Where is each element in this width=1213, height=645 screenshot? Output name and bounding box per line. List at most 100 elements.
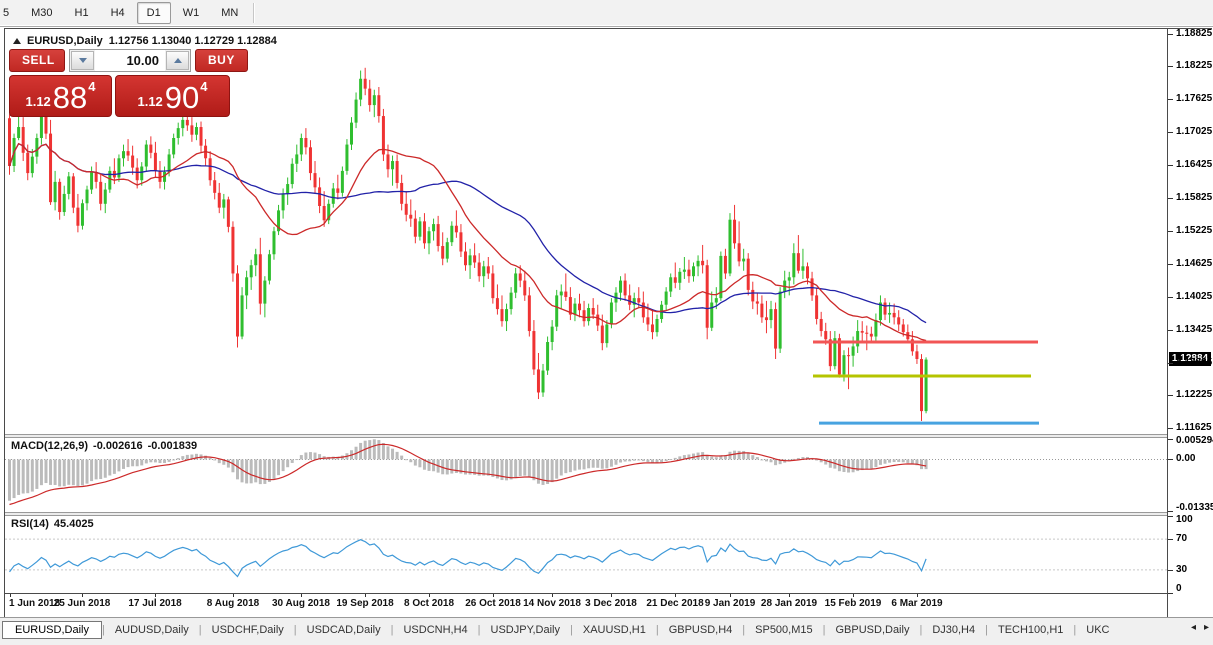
date-axis-label: 17 Jul 2018 (128, 598, 181, 609)
price-axis-label: 1.18825 (1176, 28, 1212, 39)
macd-label: MACD(12,26,9) (11, 440, 88, 452)
spinner-up-icon (174, 58, 182, 63)
tab-scroll-left-icon[interactable]: ◂ (1191, 622, 1196, 633)
date-axis-tick (82, 594, 83, 597)
date-axis-label: 1 Jun 2018 (9, 598, 60, 609)
price-axis: 1.12884 1.188251.182251.176251.170251.16… (1168, 29, 1212, 617)
rsi-axis-label: 0 (1176, 583, 1182, 594)
price-axis-label: 1.14025 (1176, 291, 1212, 302)
tab-usdcad-daily[interactable]: USDCAD,Daily (297, 622, 391, 638)
date-axis-label: 6 Mar 2019 (891, 598, 942, 609)
volume-increase-button[interactable] (166, 51, 189, 70)
sell-price-panel[interactable]: 1.12 88 4 (9, 75, 112, 117)
tab-usdjpy-daily[interactable]: USDJPY,Daily (481, 622, 571, 638)
ohlc-low: 1.12729 (194, 35, 234, 47)
price-axis-tick (1168, 363, 1173, 364)
price-axis-tick (1168, 395, 1173, 396)
timeframe-button-mn[interactable]: MN (211, 2, 248, 24)
tab-ukc[interactable]: UKC (1076, 622, 1119, 638)
buy-price-prefix: 1.12 (137, 94, 162, 116)
symbol-tab-bar: EURUSD,Daily|AUDUSD,Daily|USDCHF,Daily|U… (0, 617, 1213, 645)
date-axis-label: 26 Oct 2018 (465, 598, 521, 609)
buy-price-panel[interactable]: 1.12 90 4 (115, 75, 230, 117)
date-axis-tick (155, 594, 156, 597)
volume-input[interactable] (95, 50, 165, 71)
date-axis-tick (301, 594, 302, 597)
timeframe-button-m30[interactable]: M30 (21, 2, 62, 24)
rsi-indicator-panel[interactable]: RSI(14) 45.4025 (5, 516, 1167, 593)
price-axis-tick (1168, 330, 1173, 331)
toolbar-separator (253, 3, 255, 23)
price-axis-tick (1168, 34, 1173, 35)
rsi-chart[interactable] (5, 516, 1167, 593)
ohlc-close: 1.12884 (237, 35, 277, 47)
price-axis-tick (1168, 297, 1173, 298)
tab-scroll-right-icon[interactable]: ▸ (1204, 622, 1209, 633)
tab-sp500-m15[interactable]: SP500,M15 (745, 622, 822, 638)
tab-xauusd-h1[interactable]: XAUUSD,H1 (573, 622, 656, 638)
one-click-trading-widget: SELL BUY 1.12 88 4 1.12 (9, 49, 233, 117)
date-axis-tick (552, 594, 553, 597)
tab-gbpusd-h4[interactable]: GBPUSD,H4 (659, 622, 743, 638)
timeframe-button-5[interactable]: 5 (0, 2, 19, 24)
chart-title: EURUSD,Daily 1.12756 1.13040 1.12729 1.1… (13, 35, 277, 47)
date-axis-tick (675, 594, 676, 597)
tab-usdcnh-h4[interactable]: USDCNH,H4 (393, 622, 477, 638)
tab-dj30-h4[interactable]: DJ30,H4 (922, 622, 985, 638)
date-axis-tick (730, 594, 731, 597)
price-axis-tick (1168, 66, 1173, 67)
date-axis-label: 21 Dec 2018 (646, 598, 703, 609)
buy-button[interactable]: BUY (195, 49, 248, 72)
price-axis-label: 1.12825 (1176, 357, 1212, 368)
sell-button[interactable]: SELL (9, 49, 65, 72)
date-axis-label: 25 Jun 2018 (54, 598, 111, 609)
timeframe-button-w1[interactable]: W1 (173, 2, 210, 24)
volume-decrease-button[interactable] (71, 51, 94, 70)
price-axis-label: 1.13425 (1176, 324, 1212, 335)
macd-axis-tick (1168, 439, 1173, 440)
price-axis-label: 1.17625 (1176, 93, 1212, 104)
macd-axis-label: -0.013353 (1176, 502, 1213, 513)
macd-indicator-panel[interactable]: MACD(12,26,9) -0.002616 -0.001839 (5, 438, 1167, 512)
collapse-arrow-icon[interactable] (13, 38, 21, 44)
tab-audusd-daily[interactable]: AUDUSD,Daily (105, 622, 199, 638)
macd-axis-tick (1168, 459, 1173, 460)
date-axis: 1 Jun 201825 Jun 201817 Jul 20188 Aug 20… (5, 593, 1167, 617)
rsi-axis-label: 70 (1176, 533, 1187, 544)
price-axis-label: 1.18225 (1176, 60, 1212, 71)
timeframe-button-d1[interactable]: D1 (137, 2, 171, 24)
rsi-axis-tick (1168, 539, 1173, 540)
timeframe-button-h4[interactable]: H4 (101, 2, 135, 24)
price-axis-label: 1.15225 (1176, 225, 1212, 236)
tab-tech100-h1[interactable]: TECH100,H1 (988, 622, 1073, 638)
buy-price-big: 90 (165, 80, 199, 116)
rsi-axis-tick (1168, 516, 1173, 517)
date-axis-tick (789, 594, 790, 597)
rsi-axis-tick (1168, 593, 1173, 594)
timeframe-button-h1[interactable]: H1 (65, 2, 99, 24)
tab-usdchf-daily[interactable]: USDCHF,Daily (202, 622, 294, 638)
price-axis-label: 1.16425 (1176, 159, 1212, 170)
price-axis-tick (1168, 428, 1173, 429)
sell-price-big: 88 (53, 80, 87, 116)
date-axis-label: 15 Feb 2019 (825, 598, 882, 609)
price-chart-panel[interactable]: EURUSD,Daily 1.12756 1.13040 1.12729 1.1… (5, 29, 1167, 434)
price-axis-label: 1.17025 (1176, 126, 1212, 137)
ohlc-open: 1.12756 (109, 35, 149, 47)
rsi-axis-label: 100 (1176, 514, 1193, 525)
price-axis-tick (1168, 99, 1173, 100)
rsi-header: RSI(14) 45.4025 (11, 518, 94, 530)
volume-spinner (69, 49, 191, 72)
date-axis-tick (429, 594, 430, 597)
ohlc-high: 1.13040 (152, 35, 192, 47)
tab-eurusd-daily[interactable]: EURUSD,Daily (2, 621, 102, 639)
tab-gbpusd-daily[interactable]: GBPUSD,Daily (825, 622, 919, 638)
date-axis-label: 9 Jan 2019 (705, 598, 756, 609)
date-axis-label: 30 Aug 2018 (272, 598, 330, 609)
price-axis-label: 1.15825 (1176, 192, 1212, 203)
macd-axis-tick (1168, 511, 1173, 512)
date-axis-tick (917, 594, 918, 597)
sell-price-prefix: 1.12 (25, 94, 50, 116)
macd-axis-label: 0.00 (1176, 453, 1195, 464)
rsi-label: RSI(14) (11, 518, 49, 530)
